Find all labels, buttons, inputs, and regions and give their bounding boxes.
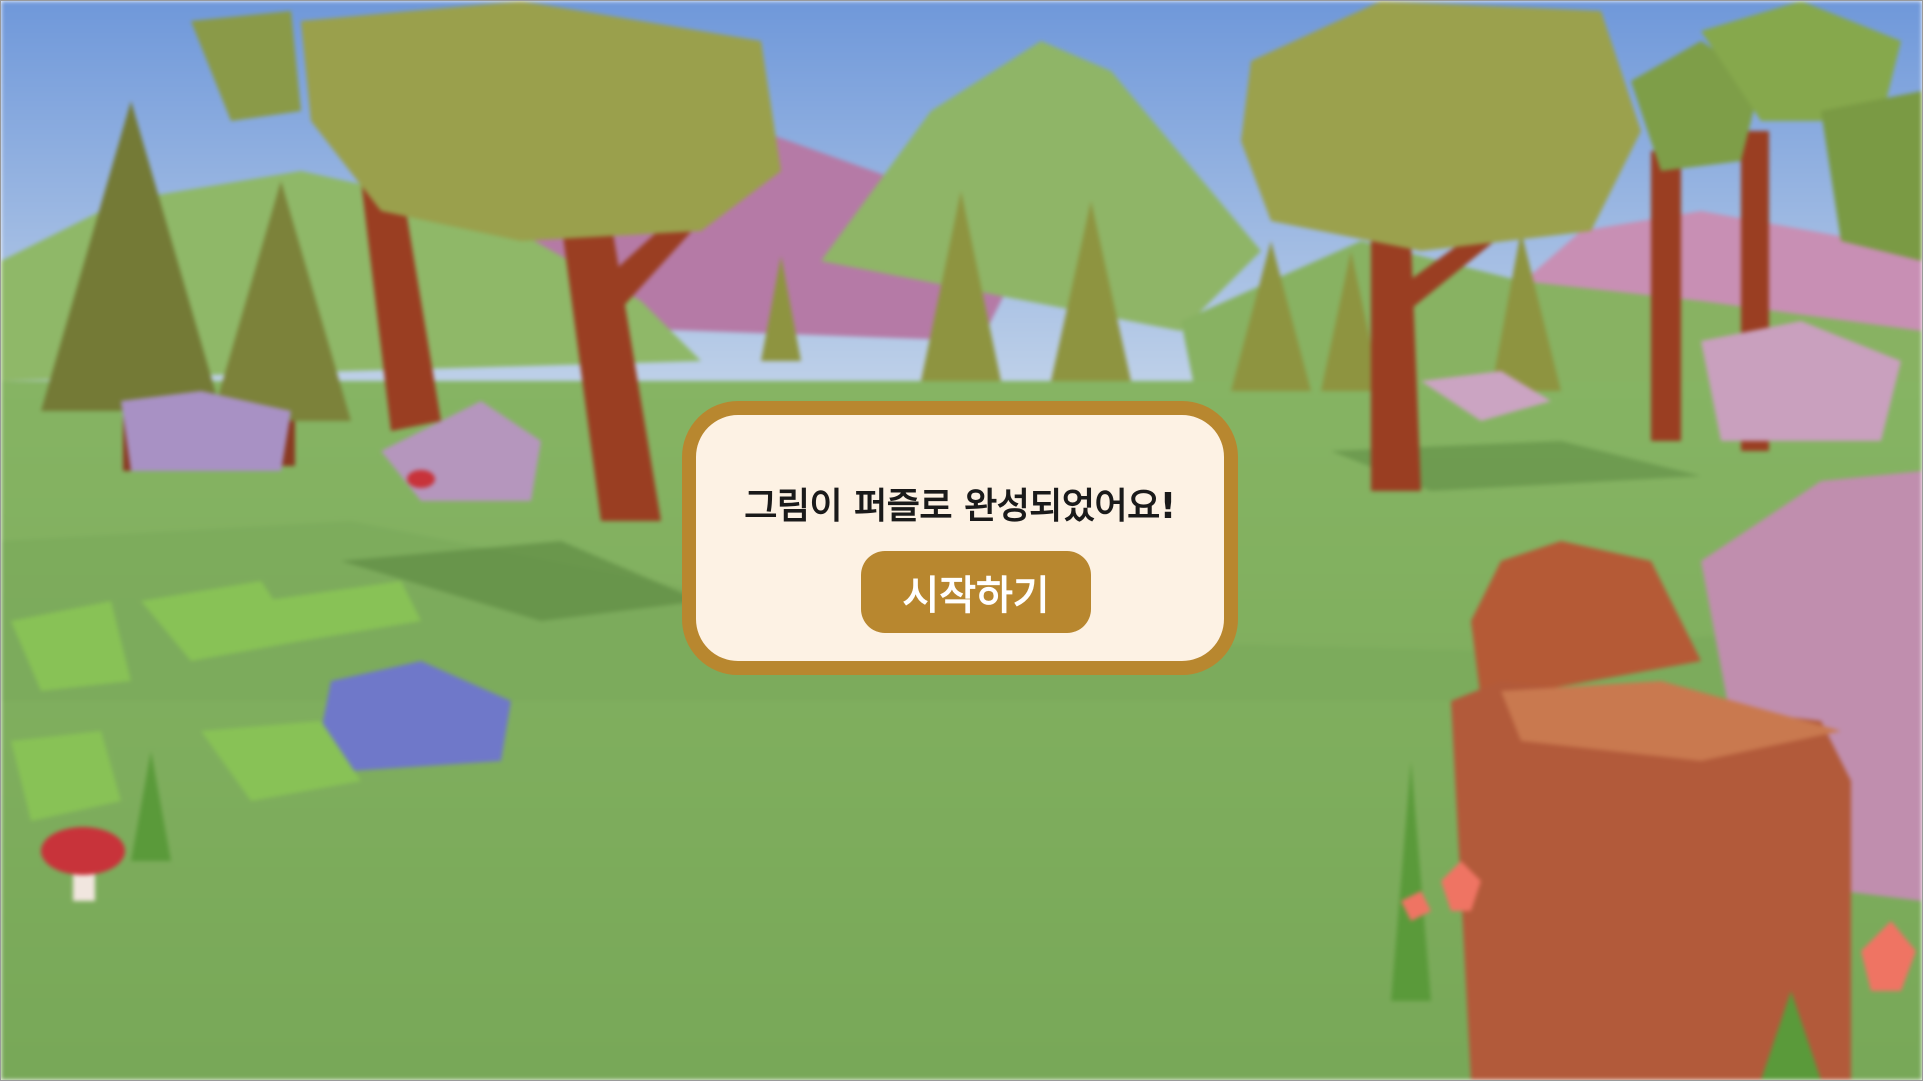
puzzle-complete-dialog: 그림이 퍼즐로 완성되었어요! 시작하기 <box>682 401 1238 675</box>
start-button[interactable]: 시작하기 <box>861 551 1091 633</box>
game-window: 그림이 퍼즐로 완성되었어요! 시작하기 <box>0 0 1923 1081</box>
dialog-message: 그림이 퍼즐로 완성되었어요! <box>744 486 1176 527</box>
mushroom-small <box>407 470 435 488</box>
